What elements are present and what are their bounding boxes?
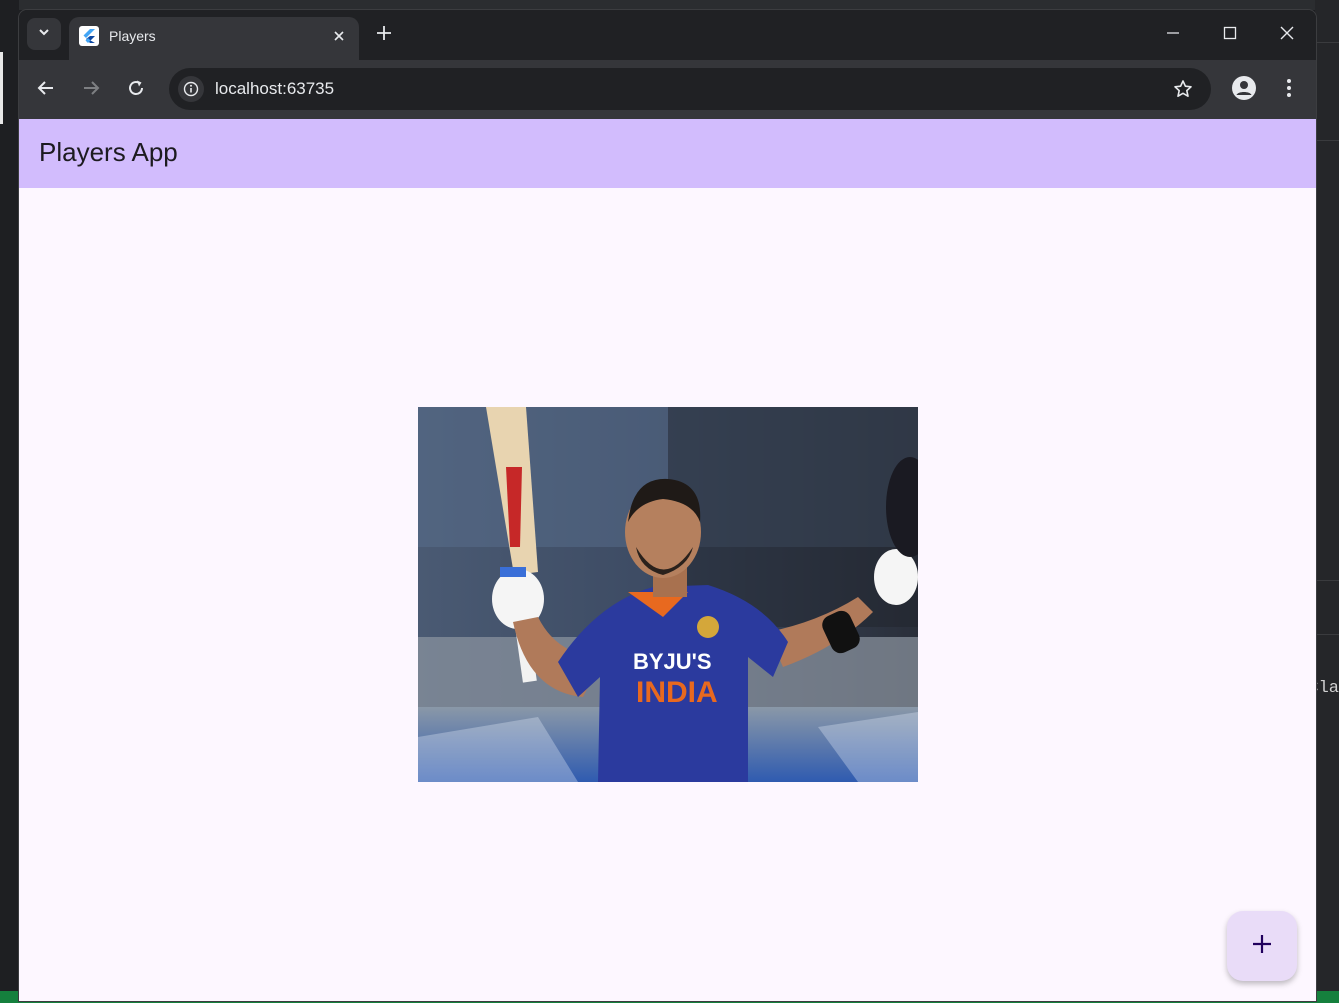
maximize-button[interactable] bbox=[1217, 22, 1243, 48]
address-bar[interactable]: localhost:63735 bbox=[169, 68, 1211, 110]
reload-icon bbox=[127, 79, 145, 102]
maximize-icon bbox=[1223, 26, 1237, 45]
close-icon bbox=[1280, 26, 1294, 45]
desktop-top-strip bbox=[0, 0, 1339, 10]
site-info-icon[interactable] bbox=[178, 76, 204, 102]
tab-strip: Players bbox=[19, 10, 1316, 60]
arrow-left-icon bbox=[37, 79, 55, 102]
ide-left-gutter bbox=[0, 0, 19, 1003]
add-player-fab[interactable] bbox=[1227, 911, 1297, 981]
ide-right-panel: Cla bbox=[1308, 0, 1339, 1003]
plus-icon bbox=[1251, 933, 1273, 960]
app-page: Players App BYJU'S INDIA bbox=[19, 119, 1316, 1001]
close-window-button[interactable] bbox=[1274, 22, 1300, 48]
close-tab-icon[interactable] bbox=[329, 26, 349, 46]
browser-window: Players localhost:63735 Players App BYJU… bbox=[19, 10, 1316, 1001]
tab-title: Players bbox=[109, 28, 156, 44]
ide-gutter-marker bbox=[0, 52, 3, 124]
profile-button[interactable] bbox=[1229, 75, 1259, 105]
forward-button[interactable] bbox=[76, 75, 106, 105]
bookmark-star-icon[interactable] bbox=[1171, 77, 1195, 101]
player-photo: BYJU'S INDIA bbox=[418, 407, 918, 782]
more-vertical-icon bbox=[1286, 78, 1292, 103]
app-title: Players App bbox=[39, 137, 178, 167]
new-tab-button[interactable] bbox=[371, 22, 397, 48]
minimize-button[interactable] bbox=[1160, 22, 1186, 48]
browser-toolbar: localhost:63735 bbox=[19, 60, 1316, 119]
reload-button[interactable] bbox=[121, 75, 151, 105]
back-button[interactable] bbox=[31, 75, 61, 105]
profile-avatar-icon bbox=[1232, 75, 1256, 105]
plus-icon bbox=[376, 25, 392, 46]
arrow-right-icon bbox=[82, 79, 100, 102]
tab-players[interactable]: Players bbox=[69, 17, 359, 60]
chevron-down-icon bbox=[37, 25, 51, 44]
svg-text:BYJU'S: BYJU'S bbox=[633, 649, 712, 674]
tab-search-button[interactable] bbox=[27, 18, 61, 50]
minimize-icon bbox=[1166, 26, 1180, 45]
flutter-icon bbox=[79, 26, 99, 46]
url-text: localhost:63735 bbox=[215, 79, 335, 98]
svg-text:INDIA: INDIA bbox=[636, 676, 718, 709]
browser-menu-button[interactable] bbox=[1274, 75, 1304, 105]
app-bar: Players App bbox=[19, 119, 1316, 188]
